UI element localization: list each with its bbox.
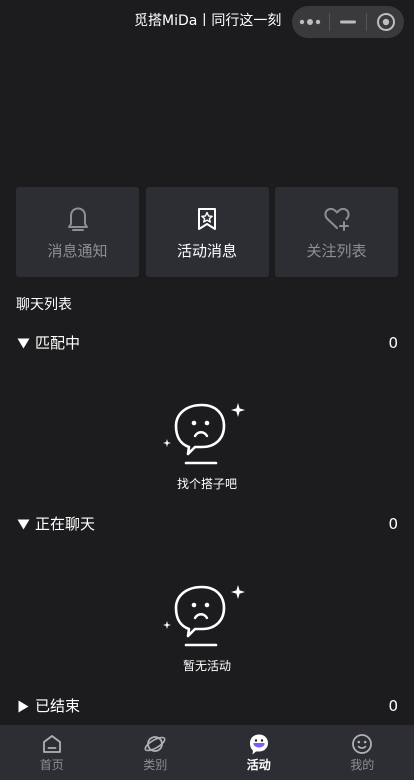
- triangle-right-icon: [16, 699, 30, 713]
- face-icon: [350, 732, 374, 756]
- more-button[interactable]: [292, 6, 329, 38]
- chat-list-title: 聊天列表: [16, 297, 72, 313]
- tab-categories[interactable]: 类别: [104, 725, 208, 780]
- card-activity-messages[interactable]: 活动消息: [145, 187, 269, 277]
- sad-chat-bubble-icon: [163, 403, 245, 465]
- empty-state-matching: 找个搭子吧: [0, 401, 414, 492]
- target-circle-icon: [376, 13, 395, 31]
- tab-label: 活动: [246, 758, 271, 772]
- card-label: 关注列表: [306, 242, 367, 260]
- group-matching-header[interactable]: 匹配中 0: [16, 333, 398, 353]
- group-label: 正在聊天: [35, 515, 96, 533]
- group-count: 0: [388, 515, 398, 533]
- empty-text: 暂无活动: [182, 659, 231, 673]
- bottom-tab-bar: 首页 类别 活动 我的: [0, 725, 414, 780]
- empty-text: 找个搭子吧: [176, 477, 237, 491]
- group-ended-header[interactable]: 已结束 0: [16, 696, 398, 716]
- page-title: 觅搭MiDa丨同行这一刻: [134, 13, 282, 29]
- message-category-cards: 消息通知 活动消息 关注列表: [16, 187, 398, 277]
- tab-mine[interactable]: 我的: [311, 725, 414, 780]
- group-count: 0: [388, 334, 398, 352]
- group-label: 已结束: [35, 697, 81, 715]
- card-follow-list[interactable]: 关注列表: [275, 187, 398, 277]
- card-label: 消息通知: [47, 242, 108, 260]
- heart-plus-icon: [323, 205, 351, 233]
- close-miniprogram-button[interactable]: [367, 6, 404, 38]
- group-label: 匹配中: [35, 334, 81, 352]
- tab-label: 类别: [143, 758, 168, 772]
- minimize-button[interactable]: [330, 6, 367, 38]
- star-bookmark-icon: [193, 205, 221, 233]
- home-icon: [40, 732, 64, 756]
- tab-label: 我的: [350, 758, 375, 772]
- tab-label: 首页: [39, 758, 64, 772]
- triangle-down-icon: [16, 517, 30, 531]
- tab-home[interactable]: 首页: [0, 725, 104, 780]
- sad-chat-bubble-icon: [163, 585, 245, 647]
- bell-icon: [64, 205, 92, 233]
- mini-program-capsule: [292, 6, 404, 38]
- chat-bubble-icon: [247, 732, 271, 756]
- empty-state-chatting: 暂无活动: [0, 583, 414, 674]
- more-dots-icon: [300, 19, 321, 25]
- group-chatting-header[interactable]: 正在聊天 0: [16, 514, 398, 534]
- group-count: 0: [388, 697, 398, 715]
- tab-activity[interactable]: 活动: [207, 725, 311, 780]
- card-label: 活动消息: [176, 242, 237, 260]
- planet-icon: [143, 732, 167, 756]
- nav-header: 觅搭MiDa丨同行这一刻: [0, 0, 414, 44]
- minus-icon: [340, 20, 356, 24]
- triangle-down-icon: [16, 336, 30, 350]
- card-notifications[interactable]: 消息通知: [16, 187, 139, 277]
